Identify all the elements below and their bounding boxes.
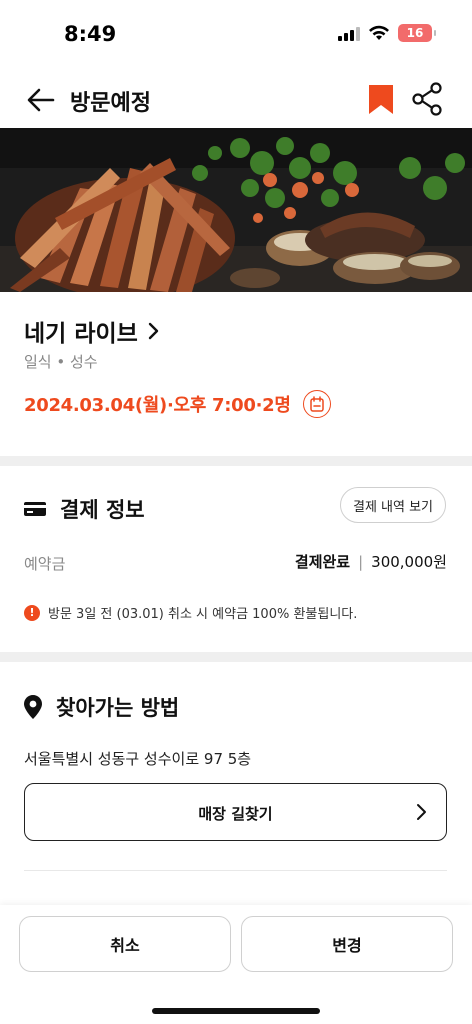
bookmark-icon — [369, 85, 393, 114]
restaurant-name: 네기 라이브 — [24, 321, 138, 347]
share-icon — [412, 82, 442, 116]
restaurant-hero-image — [0, 128, 472, 292]
deposit-value: 결제완료 | 300,000원 — [295, 551, 447, 572]
calendar-icon — [309, 396, 324, 412]
restaurant-address: 서울특별시 성동구 성수이로 97 5층 — [24, 750, 252, 768]
cellular-signal-icon — [338, 25, 360, 41]
directions-section-header: 찾아가는 방법 — [24, 692, 179, 722]
reservation-datetime: 2024.03.04(월)·오후 7:00·2명 — [24, 395, 291, 416]
change-reservation-button[interactable]: 변경 — [241, 916, 453, 972]
directions-section-title: 찾아가는 방법 — [56, 696, 180, 720]
section-divider — [0, 456, 472, 466]
bottom-action-bar: 취소 변경 — [0, 905, 472, 1024]
add-to-calendar-button[interactable] — [302, 390, 331, 418]
refund-policy-text: 방문 3일 전 (03.01) 취소 시 예약금 100% 환불됩니다. — [48, 607, 358, 622]
arrow-left-icon — [27, 88, 55, 112]
credit-card-icon — [24, 502, 46, 516]
section-divider — [0, 652, 472, 662]
restaurant-name-link[interactable]: 네기 라이브 — [24, 314, 160, 348]
deposit-label: 예약금 — [24, 555, 66, 573]
content-divider — [24, 870, 447, 871]
status-time: 8:49 — [64, 22, 117, 46]
value-separator: | — [358, 552, 364, 571]
chevron-right-icon — [148, 322, 159, 340]
store-directions-label: 매장 길찾기 — [198, 805, 273, 823]
chevron-right-icon — [417, 804, 426, 820]
view-payment-history-button[interactable]: 결제 내역 보기 — [340, 487, 446, 523]
cancel-reservation-button[interactable]: 취소 — [19, 916, 231, 972]
restaurant-category: 일식 • 성수 — [24, 353, 98, 371]
store-directions-button[interactable]: 매장 길찾기 — [24, 783, 447, 841]
payment-section-header: 결제 정보 — [24, 494, 145, 524]
share-button[interactable] — [411, 82, 445, 116]
payment-status: 결제완료 — [294, 553, 351, 571]
home-indicator — [152, 1008, 320, 1014]
back-button[interactable] — [26, 86, 56, 114]
deposit-amount: 300,000원 — [371, 553, 447, 571]
page-title: 방문예정 — [70, 91, 151, 116]
payment-section-title: 결제 정보 — [60, 498, 145, 522]
reservation-info: 2024.03.04(월)·오후 7:00·2명 — [24, 390, 331, 418]
top-navigation-bar: 방문예정 — [0, 72, 472, 128]
bookmark-button[interactable] — [366, 84, 396, 116]
battery-indicator: 16 — [398, 24, 436, 42]
refund-policy-note: ! 방문 3일 전 (03.01) 취소 시 예약금 100% 환불됩니다. — [24, 603, 357, 622]
info-icon: ! — [24, 604, 40, 621]
location-pin-icon — [24, 695, 42, 719]
status-icons: 16 — [338, 24, 436, 42]
wifi-icon — [369, 25, 389, 40]
status-bar: 8:49 16 — [0, 0, 472, 66]
